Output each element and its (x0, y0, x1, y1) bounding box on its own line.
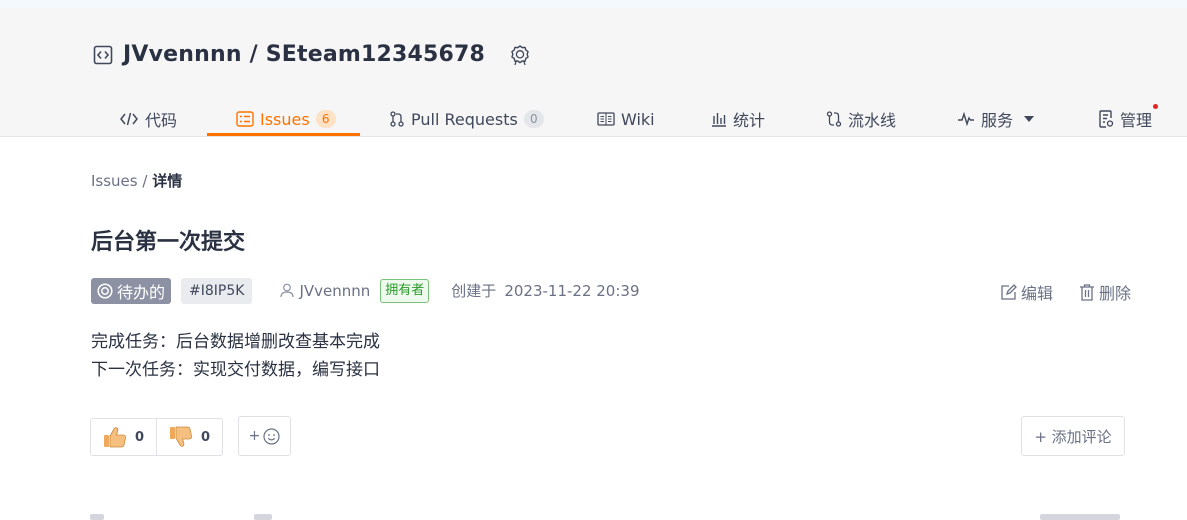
reaction-bar: 0 0 (90, 418, 224, 456)
tab-pipeline-label: 流水线 (848, 111, 897, 130)
thumbs-up-icon (104, 427, 126, 448)
issue-meta: 待办的 #I8IP5K JVvennnn 拥有者 创建于 2023-11-22 … (91, 277, 639, 304)
add-comment-button[interactable]: + 添加评论 (1021, 416, 1125, 456)
delete-button[interactable]: 删除 (1079, 280, 1131, 304)
owner-badge: 拥有者 (380, 278, 430, 303)
breadcrumb-current: 详情 (152, 172, 183, 190)
add-reaction-button[interactable]: + (238, 416, 291, 456)
breadcrumb-separator: / (137, 172, 153, 190)
tab-services-label: 服务 (981, 111, 1014, 130)
thumbs-up-count: 0 (135, 429, 145, 445)
issue-actions: 编辑 删除 (1000, 280, 1131, 304)
issue-state-badge[interactable]: 待办的 (91, 277, 172, 304)
repo-tabs: 代码 Issues 6 Pull Requests 0 Wiki 统计 流水线 … (0, 94, 1187, 144)
issue-body-line-1: 完成任务：后台数据增删改查基本完成 (91, 332, 380, 352)
tab-issues-label: Issues (260, 109, 310, 129)
edit-icon (1001, 283, 1017, 300)
created-label: 创建于 (451, 282, 497, 300)
tab-code-label: 代码 (145, 111, 178, 130)
tab-pull-requests[interactable]: Pull Requests 0 (389, 94, 544, 144)
chevron-down-icon (1024, 116, 1035, 122)
issues-count-badge: 6 (315, 110, 336, 128)
tab-manage-label: 管理 (1120, 111, 1153, 130)
thumbs-down-reaction[interactable]: 0 (156, 419, 222, 455)
services-icon (958, 112, 974, 126)
pulls-count-badge: 0 (523, 110, 544, 128)
repo-owner[interactable]: JVvennnn (123, 42, 242, 67)
issues-icon (236, 111, 254, 127)
repo-header: JVvennnn / SEteam12345678 代码 Issues 6 Pu… (0, 8, 1187, 137)
repo-separator: / (241, 42, 266, 67)
repo-title: JVvennnn / SEteam12345678 (93, 42, 531, 67)
wiki-icon (597, 112, 615, 126)
smile-icon (263, 427, 280, 445)
delete-label: 删除 (1098, 284, 1131, 303)
edit-label: 编辑 (1020, 284, 1053, 303)
badge-icon[interactable] (509, 44, 531, 66)
notification-dot (1153, 104, 1159, 109)
tab-wiki[interactable]: Wiki (597, 94, 655, 144)
tab-stats-label: 统计 (733, 111, 766, 130)
user-icon (280, 283, 295, 298)
delete-icon (1079, 283, 1094, 301)
issue-state-label: 待办的 (117, 282, 166, 302)
code-icon (120, 112, 138, 126)
breadcrumb: Issues / 详情 (91, 170, 182, 191)
tab-issues[interactable]: Issues 6 (236, 94, 336, 144)
breadcrumb-issues-link[interactable]: Issues (91, 172, 138, 190)
repo-name[interactable]: JVvennnn / SEteam12345678 (123, 42, 485, 67)
thumbs-down-icon (170, 426, 193, 447)
thumbs-down-count: 0 (201, 429, 211, 445)
next-section-peek (90, 512, 1140, 520)
tab-pipeline[interactable]: 流水线 (826, 94, 896, 144)
tab-wiki-label: Wiki (621, 109, 655, 129)
issue-body-line-2: 下一次任务：实现交付数据，编写接口 (91, 360, 380, 380)
edit-button[interactable]: 编辑 (1000, 280, 1053, 304)
issue-author[interactable]: JVvennnn (280, 282, 370, 300)
thumbs-up-reaction[interactable]: 0 (91, 419, 156, 455)
issue-ident[interactable]: #I8IP5K (181, 277, 253, 304)
state-icon (97, 282, 113, 299)
repo-icon (93, 45, 113, 64)
active-tab-indicator (207, 133, 360, 136)
issue-title: 后台第一次提交 (91, 230, 246, 255)
manage-icon (1099, 110, 1114, 128)
pull-request-icon (390, 111, 404, 127)
add-reaction-plus: + (248, 428, 261, 444)
tab-manage[interactable]: 管理 (1098, 94, 1159, 144)
tab-pull-requests-label: Pull Requests (411, 109, 518, 129)
repo-slug[interactable]: SEteam12345678 (266, 42, 485, 67)
top-strip (0, 0, 1187, 8)
created-time: 2023-11-22 20:39 (504, 281, 640, 300)
pipeline-icon (826, 111, 842, 127)
tab-services[interactable]: 服务 (957, 94, 1035, 144)
issue-author-name: JVvennnn (299, 281, 371, 300)
stats-icon (712, 113, 726, 127)
tab-code[interactable]: 代码 (119, 94, 177, 144)
tab-stats[interactable]: 统计 (711, 94, 765, 144)
issue-body: 完成任务：后台数据增删改查基本完成 下一次任务：实现交付数据，编写接口 (91, 328, 380, 384)
